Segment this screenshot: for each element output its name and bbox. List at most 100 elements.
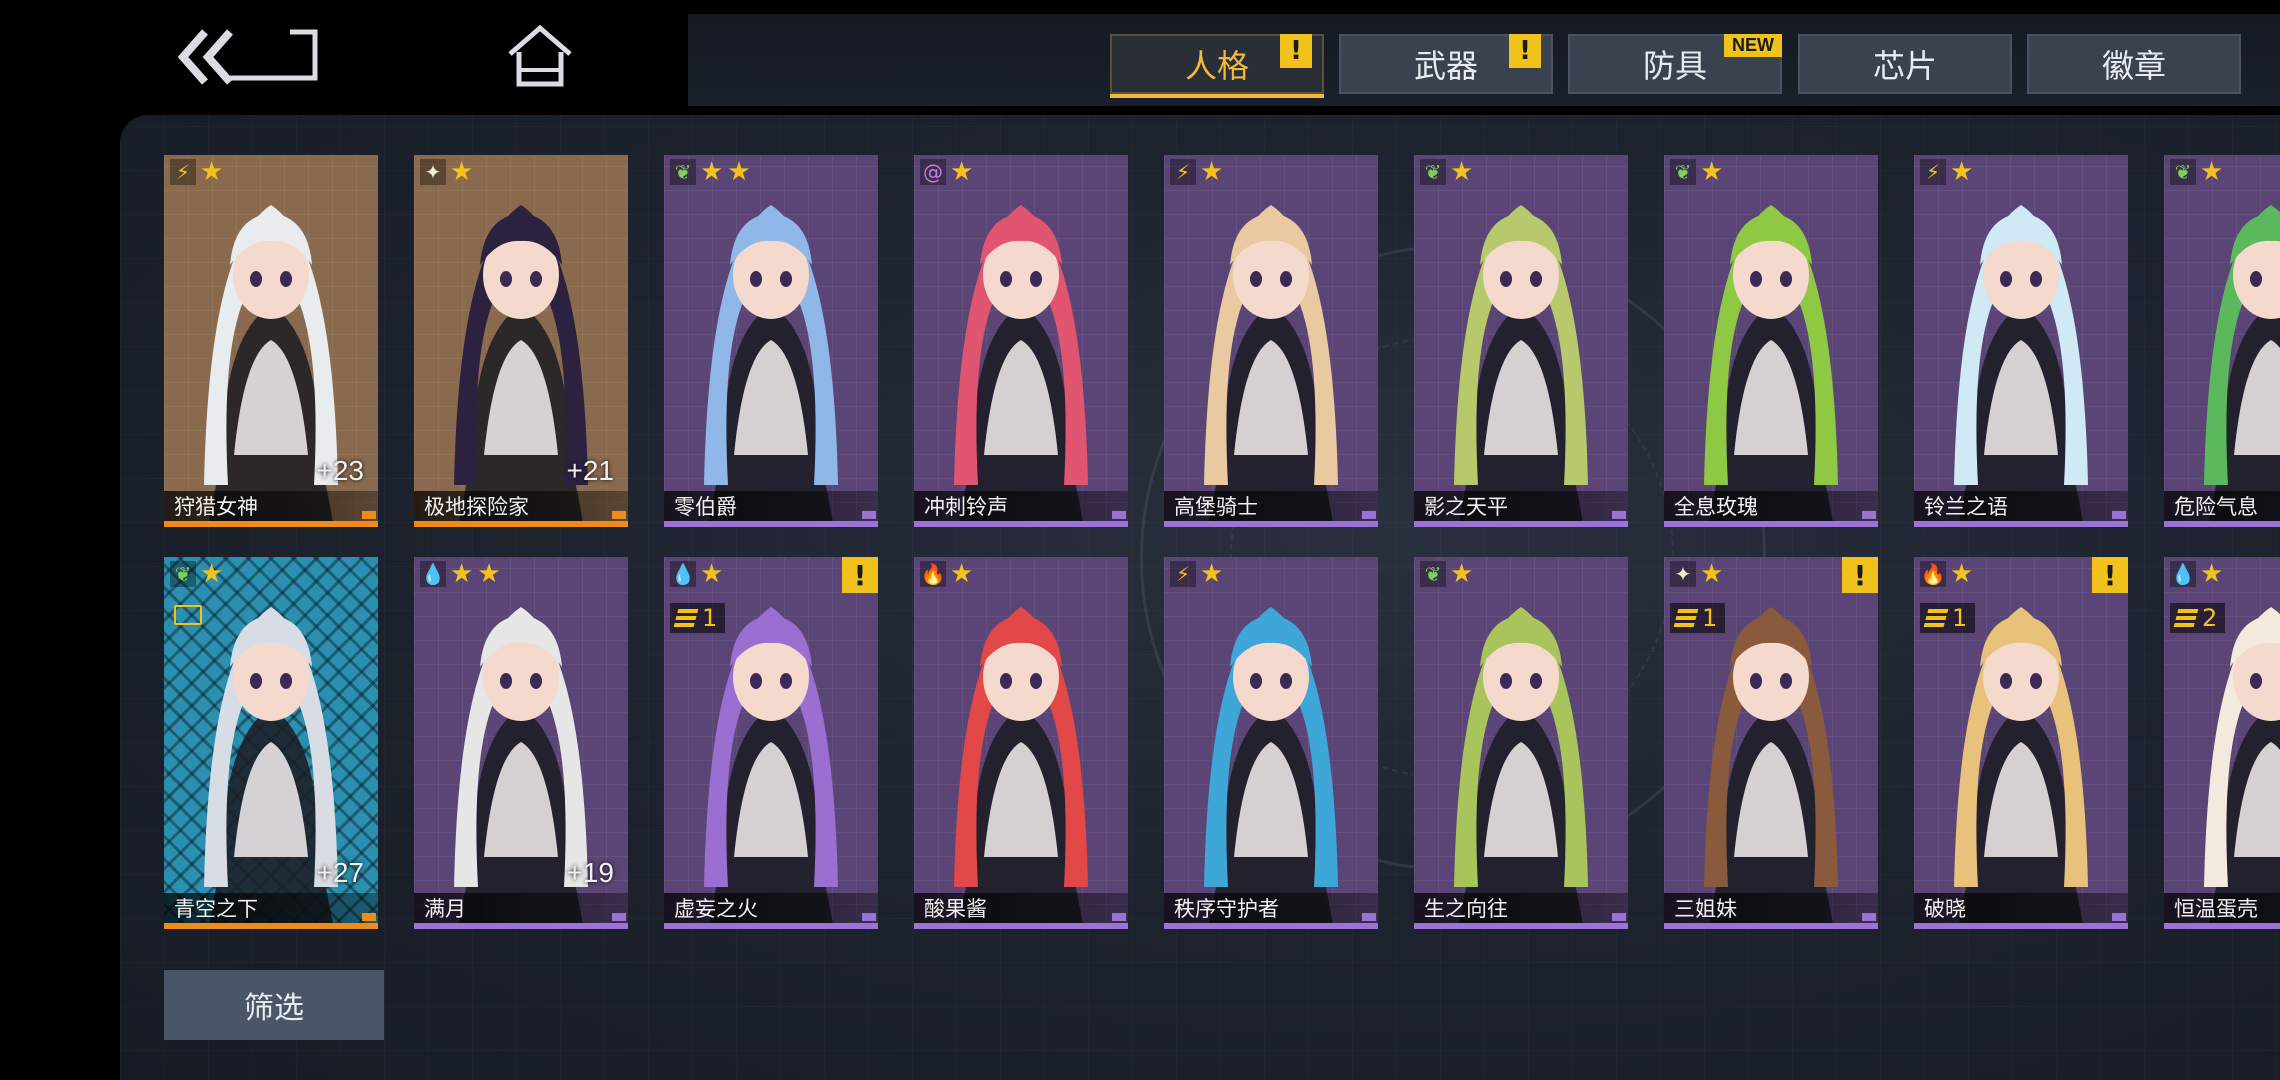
card-name-bar: 高堡骑士 (1164, 491, 1378, 521)
star-icon: ★ (727, 157, 751, 187)
star-icon: ★ (1950, 157, 1974, 187)
rarity-bar (164, 923, 378, 929)
fire-icon: 🔥 (920, 561, 946, 587)
card-name-bar: 三姐妹 (1664, 893, 1878, 923)
back-button[interactable] (175, 22, 325, 92)
rarity-mark (1612, 913, 1626, 921)
card-badges: 🔥 ★ (920, 561, 973, 587)
chip-icon (174, 605, 202, 625)
persona-card[interactable]: ✦ ★ 1! 三姐妹 (1664, 557, 1878, 929)
card-badges: 💧 ★ (670, 561, 723, 587)
persona-card[interactable]: ❦ ★ +27 青空之下 (164, 557, 378, 929)
card-badges: ✦ ★ (420, 159, 473, 185)
star-icon: ★ (1200, 157, 1224, 187)
tab-label: 防具 (1642, 47, 1707, 85)
persona-card[interactable]: ⚡ ★ 高堡骑士 (1164, 155, 1378, 527)
tab-2[interactable]: 武器! (1339, 34, 1553, 94)
rarity-mark (612, 913, 626, 921)
card-badges: ✦ ★ (1670, 561, 1723, 587)
persona-card[interactable]: ⚡ ★ 铃兰之语 (1914, 155, 2128, 527)
card-name: 冲刺铃声 (924, 495, 1008, 519)
card-name: 酸果酱 (924, 897, 987, 921)
rarity-mark (1862, 913, 1876, 921)
home-button[interactable] (505, 22, 575, 92)
card-name-bar: 破晓 (1914, 893, 2128, 923)
card-name: 生之向往 (1424, 897, 1508, 921)
lightning-icon: ⚡ (1170, 561, 1196, 587)
tab-label: 芯片 (1872, 47, 1937, 85)
card-name: 影之天平 (1424, 495, 1508, 519)
star-icon: ★ (1950, 559, 1974, 589)
card-badges: ❦ ★ (170, 561, 223, 587)
rarity-bar (664, 521, 878, 527)
tab-3[interactable]: 防具 NEW (1568, 34, 1782, 94)
card-name: 虚妄之火 (674, 897, 758, 921)
card-name-bar: 狩猎女神 (164, 491, 378, 521)
star-icon: ★ (1200, 559, 1224, 589)
rank-badge: 1 (1920, 603, 1976, 633)
wind-icon: ❦ (670, 159, 696, 185)
persona-card[interactable]: ✦ ★ +21 极地探险家 (414, 155, 628, 527)
star-icon: ★ (950, 157, 974, 187)
new-badge: NEW (1724, 34, 1782, 57)
alert-badge: ! (842, 557, 878, 593)
psychic-icon: @ (920, 159, 946, 185)
tab-5[interactable]: 徽章 (2027, 34, 2241, 94)
persona-card[interactable]: 💧 ★ 2 恒温蛋壳 (2164, 557, 2280, 929)
tab-label: 徽章 (2101, 47, 2166, 85)
card-badges: ⚡ ★ (1920, 159, 1973, 185)
star-icon: ★ (450, 157, 474, 187)
rarity-bar (1664, 923, 1878, 929)
rarity-bar (414, 521, 628, 527)
alert-badge: ! (1509, 34, 1541, 68)
wind-icon: ❦ (1420, 159, 1446, 185)
star-icon: ★ (477, 559, 501, 589)
rarity-bar (414, 923, 628, 929)
persona-card[interactable]: ⚡ ★ +23 狩猎女神 (164, 155, 378, 527)
persona-card[interactable]: @ ★ 冲刺铃声 (914, 155, 1128, 527)
rarity-mark (1112, 913, 1126, 921)
persona-card[interactable]: 🔥 ★ 1! 破晓 (1914, 557, 2128, 929)
rank-icon (1673, 609, 1699, 627)
home-icon (508, 24, 572, 87)
rarity-bar (1664, 521, 1878, 527)
rarity-mark (1362, 913, 1376, 921)
water-icon: 💧 (2170, 561, 2196, 587)
persona-card[interactable]: ❦ ★ 全息玫瑰 (1664, 155, 1878, 527)
persona-card[interactable]: ❦ ★ 危险气息 (2164, 155, 2280, 527)
tab-1[interactable]: 人格! (1110, 34, 1324, 98)
rarity-mark (362, 511, 376, 519)
rarity-bar (1914, 923, 2128, 929)
rarity-mark (1612, 511, 1626, 519)
card-name: 极地探险家 (424, 495, 529, 519)
tab-4[interactable]: 芯片 (1798, 34, 2012, 94)
card-name-bar: 影之天平 (1414, 491, 1628, 521)
rarity-bar (1414, 923, 1628, 929)
alert-badge: ! (2092, 557, 2128, 593)
persona-card[interactable]: ❦ ★ ★ 零伯爵 (664, 155, 878, 527)
card-name-bar: 满月 (414, 893, 628, 923)
card-name: 青空之下 (174, 897, 258, 921)
wind-icon: ❦ (1420, 561, 1446, 587)
star-icon: ★ (200, 559, 224, 589)
star-icon: ★ (700, 157, 724, 187)
tab-label: 武器 (1413, 47, 1478, 85)
card-name-bar: 全息玫瑰 (1664, 491, 1878, 521)
persona-card[interactable]: 🔥 ★ 酸果酱 (914, 557, 1128, 929)
rank-value: 2 (2202, 604, 2218, 632)
persona-card[interactable]: ❦ ★ 生之向往 (1414, 557, 1628, 929)
filter-button[interactable]: 筛选 (164, 970, 384, 1040)
light-icon: ✦ (420, 159, 446, 185)
persona-card[interactable]: 💧 ★ ★ +19 满月 (414, 557, 628, 929)
enhance-level: +19 (566, 857, 615, 888)
wind-icon: ❦ (170, 561, 196, 587)
persona-card[interactable]: ❦ ★ 影之天平 (1414, 155, 1628, 527)
rarity-mark (2112, 511, 2126, 519)
rarity-bar (1164, 521, 1378, 527)
card-badges: ❦ ★ (1420, 159, 1473, 185)
rarity-mark (362, 913, 376, 921)
persona-card[interactable]: 💧 ★ 1! 虚妄之火 (664, 557, 878, 929)
rarity-bar (2164, 521, 2280, 527)
rarity-bar (914, 923, 1128, 929)
persona-card[interactable]: ⚡ ★ 秩序守护者 (1164, 557, 1378, 929)
